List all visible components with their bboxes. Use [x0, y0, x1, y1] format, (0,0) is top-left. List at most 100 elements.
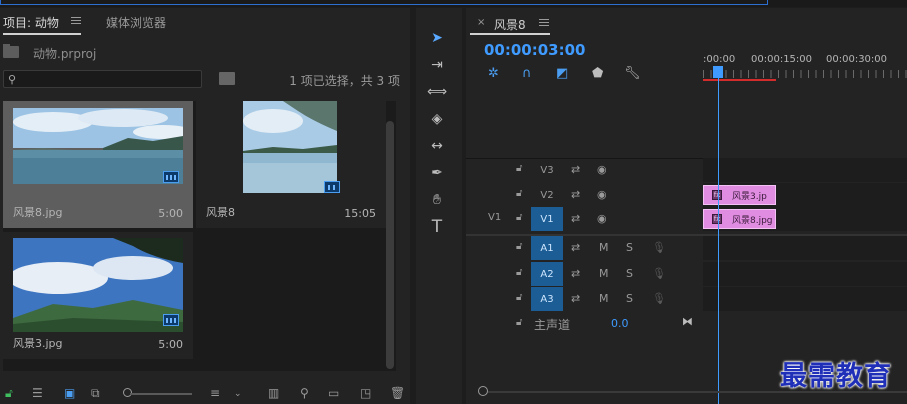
media-item[interactable]: 风景8.jpg 5:00 [3, 101, 193, 228]
solo-button[interactable]: S [626, 292, 633, 305]
track-target-v2[interactable]: V2 [531, 183, 563, 207]
linked-selection-icon[interactable]: ◩ [556, 66, 568, 81]
eye-icon[interactable]: ◉ [597, 188, 607, 201]
media-duration: 15:05 [344, 207, 376, 220]
tab-sequence[interactable]: 风景8 [494, 16, 526, 33]
sync-lock-icon[interactable]: ⇄ [571, 267, 580, 280]
new-bin-icon[interactable]: ▭ [328, 386, 339, 400]
type-tool-icon[interactable]: T [426, 216, 448, 238]
track-target-a2[interactable]: A2 [531, 262, 563, 286]
track-lock-icon[interactable]: 🔓︎ [516, 212, 522, 223]
sync-lock-icon[interactable]: ⇄ [571, 241, 580, 254]
track-area[interactable] [703, 287, 907, 311]
new-bin-from-search-icon[interactable] [219, 72, 235, 85]
ruler-label: :00:00 [703, 54, 736, 65]
track-lock-icon[interactable]: 🔓︎ [516, 163, 522, 174]
trash-icon[interactable]: 🗑︎ [390, 386, 405, 400]
playhead-timecode[interactable]: 00:00:03:00 [484, 41, 586, 59]
new-item-icon[interactable]: ◳ [360, 386, 371, 400]
chevron-down-icon[interactable]: ⌄ [234, 389, 242, 399]
track-area[interactable]: fx 风景3.jp [703, 183, 907, 207]
wrench-icon[interactable]: 🔧︎ [624, 66, 641, 81]
track-target-a1[interactable]: A1 [531, 236, 563, 260]
sync-lock-icon[interactable]: ⇄ [571, 163, 580, 176]
mic-icon[interactable]: 🎙︎ [652, 267, 666, 280]
track-area[interactable] [703, 158, 907, 182]
go-to-endpoint-icon[interactable]: ⧓ [682, 315, 693, 328]
eye-icon[interactable]: ◉ [597, 212, 607, 225]
tab-media-browser[interactable]: 媒体浏览器 [106, 14, 166, 31]
sequence-badge-icon [324, 181, 340, 193]
media-item[interactable]: 风景8 15:05 [196, 101, 386, 228]
master-volume[interactable]: 0.0 [611, 317, 629, 330]
track-lock-icon[interactable]: 🔓︎ [516, 292, 522, 303]
active-panel-frame [0, 0, 768, 5]
scroll-knob[interactable] [478, 386, 488, 396]
project-path: 动物.prproj [0, 42, 410, 62]
hand-tool-icon[interactable]: ✋︎ [426, 189, 448, 211]
tab-project[interactable]: 项目: 动物 [3, 14, 59, 31]
mute-button[interactable]: M [599, 292, 609, 305]
tools-panel: ➤ ⇥ ⟺ ◈ ↔ ✒ ✋︎ T [416, 8, 462, 404]
track-area[interactable] [703, 236, 907, 260]
time-ruler[interactable]: :00:00 00:00:15:00 00:00:30:00 [703, 54, 907, 82]
sync-lock-icon[interactable]: ⇄ [571, 212, 580, 225]
track-area[interactable]: fx 风景8.jpg [703, 207, 907, 231]
track-target-v1[interactable]: V1 [531, 207, 563, 231]
clip-v2[interactable]: fx 风景3.jp [703, 185, 776, 205]
search-icon: ⚲ [8, 73, 17, 86]
track-lock-icon[interactable]: 🔓︎ [516, 241, 522, 252]
playhead-handle[interactable] [713, 66, 723, 78]
mute-button[interactable]: M [599, 241, 609, 254]
clip-v1[interactable]: fx 风景8.jpg [703, 209, 776, 229]
thumbnail-lake [13, 108, 183, 184]
eye-icon[interactable]: ◉ [597, 163, 607, 176]
ripple-edit-tool-icon[interactable]: ⟺ [426, 81, 448, 103]
ruler-ticks [703, 70, 907, 78]
razor-tool-icon[interactable]: ◈ [426, 108, 448, 130]
playhead-line [718, 78, 719, 404]
lock-icon[interactable]: 🔓︎ [5, 386, 13, 401]
search-input[interactable]: ⚲ [3, 70, 202, 88]
nest-icon[interactable]: ✲ [488, 66, 499, 81]
zoom-slider[interactable] [130, 393, 192, 395]
selection-tool-icon[interactable]: ➤ [426, 27, 448, 49]
automate-to-sequence-icon[interactable]: ▥ [268, 386, 279, 400]
scroll-thumb[interactable] [386, 121, 394, 369]
track-target-a3[interactable]: A3 [531, 287, 563, 311]
sort-icon[interactable]: ≡ [210, 386, 220, 400]
freeform-view-icon[interactable]: ⧉ [91, 386, 100, 401]
mic-icon[interactable]: 🎙︎ [652, 292, 666, 305]
sync-lock-icon[interactable]: ⇄ [571, 188, 580, 201]
mute-button[interactable]: M [599, 267, 609, 280]
mic-icon[interactable]: 🎙︎ [652, 241, 666, 254]
fx-badge-icon: fx [712, 214, 722, 224]
watermark-logo: 最需教育 [780, 361, 892, 392]
project-footer-toolbar: 🔓︎ ☰ ▣ ⧉ ≡ ⌄ ▥ ⚲ ▭ ◳ 🗑︎ [0, 384, 410, 404]
panel-menu-icon[interactable] [539, 19, 549, 28]
sync-lock-icon[interactable]: ⇄ [571, 292, 580, 305]
panel-menu-icon[interactable] [71, 17, 81, 26]
track-target-v3[interactable]: V3 [531, 158, 563, 182]
close-icon[interactable]: × [477, 17, 485, 28]
media-item[interactable]: 风景3.jpg 5:00 [3, 232, 193, 359]
solo-button[interactable]: S [626, 241, 633, 254]
track-area[interactable] [703, 262, 907, 286]
pen-tool-icon[interactable]: ✒ [426, 162, 448, 184]
thumbnail-lake-branches [243, 101, 337, 193]
solo-button[interactable]: S [626, 267, 633, 280]
track-lock-icon[interactable]: 🔓︎ [516, 267, 522, 278]
track-lock-icon[interactable]: 🔓︎ [516, 317, 522, 328]
add-marker-icon[interactable]: ⬟ [592, 66, 603, 81]
list-view-icon[interactable]: ☰ [32, 386, 43, 400]
find-icon[interactable]: ⚲ [300, 386, 309, 400]
slip-tool-icon[interactable]: ↔ [426, 135, 448, 157]
sequence-badge-icon [163, 314, 179, 326]
track-lock-icon[interactable]: 🔓︎ [516, 188, 522, 199]
icon-view-icon[interactable]: ▣ [64, 386, 75, 400]
track-select-tool-icon[interactable]: ⇥ [426, 54, 448, 76]
project-scrollbar[interactable] [384, 111, 396, 371]
source-patch[interactable]: V1 [488, 212, 501, 223]
top-frame [0, 0, 907, 7]
snap-icon[interactable]: ∩ [522, 66, 532, 81]
